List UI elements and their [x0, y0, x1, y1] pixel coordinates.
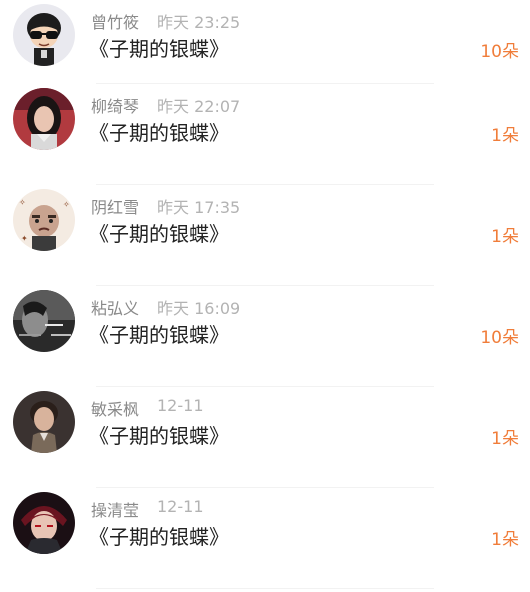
send-time: 12-11: [157, 497, 204, 516]
flower-count: 1朵: [491, 429, 519, 449]
girl-portrait-avatar-icon: [13, 88, 75, 150]
avatar[interactable]: [13, 88, 75, 150]
sender-name: 曾竹筱: [91, 13, 140, 32]
flower-count: 1朵: [491, 126, 519, 146]
flower-count: 1朵: [491, 227, 519, 247]
avatar[interactable]: ✧ ✧ ✦: [13, 189, 75, 251]
svg-text:✧: ✧: [63, 200, 70, 209]
book-title[interactable]: 《子期的银蝶》: [89, 117, 229, 146]
avatar[interactable]: [13, 492, 75, 554]
send-time: 12-11: [157, 396, 204, 415]
cartoon-boy-sunglasses-avatar-icon: [13, 4, 75, 66]
send-time: 昨天 22:07: [157, 97, 241, 116]
gift-record-list: 曾竹筱 昨天 23:25 《子期的银蝶》 10朵 柳绮琴 昨天 22:07 《子…: [0, 0, 530, 592]
flower-count: 10朵: [480, 42, 519, 62]
list-item[interactable]: 曾竹筱 昨天 23:25 《子期的银蝶》 10朵: [0, 0, 530, 84]
avatar[interactable]: [13, 290, 75, 352]
book-title[interactable]: 《子期的银蝶》: [89, 33, 229, 62]
sender-name: 柳绮琴: [91, 97, 140, 116]
sender-name: 操清莹: [91, 501, 140, 520]
sender-name: 粘弘义: [91, 299, 140, 318]
list-item[interactable]: 柳绮琴 昨天 22:07 《子期的银蝶》 1朵: [0, 84, 530, 185]
book-title[interactable]: 《子期的银蝶》: [89, 319, 229, 348]
anime-character-avatar-icon: [13, 492, 75, 554]
avatar[interactable]: [13, 4, 75, 66]
flower-count: 10朵: [480, 328, 519, 348]
list-item[interactable]: 敏采枫 12-11 《子期的银蝶》 1朵: [0, 387, 530, 488]
list-item[interactable]: ✧ ✧ ✦ 阴红雪 昨天 17:35 《子期的银蝶》 1朵: [0, 185, 530, 286]
list-item[interactable]: 粘弘义 昨天 16:09 《子期的银蝶》 10朵: [0, 286, 530, 387]
sender-name: 敏采枫: [91, 400, 140, 419]
list-item[interactable]: 操清莹 12-11 《子期的银蝶》 1朵: [0, 488, 530, 589]
flower-count: 1朵: [491, 530, 519, 550]
send-time: 昨天 16:09: [157, 299, 241, 318]
svg-text:✧: ✧: [19, 198, 26, 207]
svg-text:✦: ✦: [21, 234, 28, 243]
avatar[interactable]: [13, 391, 75, 453]
book-title[interactable]: 《子期的银蝶》: [89, 218, 229, 247]
angry-baby-meme-avatar-icon: ✧ ✧ ✦: [13, 189, 75, 251]
man-portrait-avatar-icon: [13, 391, 75, 453]
send-time: 昨天 23:25: [157, 13, 241, 32]
sender-name: 阴红雪: [91, 198, 140, 217]
send-time: 昨天 17:35: [157, 198, 241, 217]
book-title[interactable]: 《子期的银蝶》: [89, 420, 229, 449]
smoking-man-bw-avatar-icon: [13, 290, 75, 352]
book-title[interactable]: 《子期的银蝶》: [89, 521, 229, 550]
divider: [96, 588, 434, 589]
